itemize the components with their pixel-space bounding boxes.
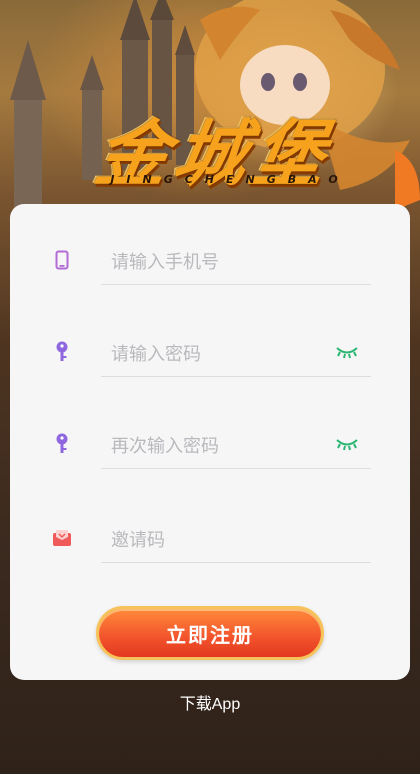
phone-field <box>101 238 371 285</box>
invite-code-input[interactable] <box>109 524 333 556</box>
invite-code-row <box>50 516 371 563</box>
download-app-link[interactable]: 下载App <box>0 690 420 714</box>
logo-subtitle: JINGCHENGBAO <box>110 173 350 186</box>
key-icon <box>50 432 74 456</box>
register-card: 立即注册 <box>10 204 410 680</box>
phone-icon <box>50 248 74 272</box>
confirm-password-field <box>101 422 371 469</box>
envelope-icon <box>50 526 74 550</box>
eye-closed-icon[interactable] <box>335 344 359 360</box>
eye-closed-icon[interactable] <box>335 436 359 452</box>
register-button[interactable]: 立即注册 <box>96 606 324 660</box>
confirm-password-input[interactable] <box>109 430 333 462</box>
password-row <box>50 330 371 377</box>
phone-row <box>50 238 371 285</box>
confirm-password-row <box>50 422 371 469</box>
invite-code-field <box>101 516 371 563</box>
key-icon <box>50 340 74 364</box>
phone-input[interactable] <box>109 246 333 278</box>
password-input[interactable] <box>109 338 333 370</box>
password-field <box>101 330 371 377</box>
brand-logo: 金城堡 JINGCHENGBAO <box>60 95 370 196</box>
